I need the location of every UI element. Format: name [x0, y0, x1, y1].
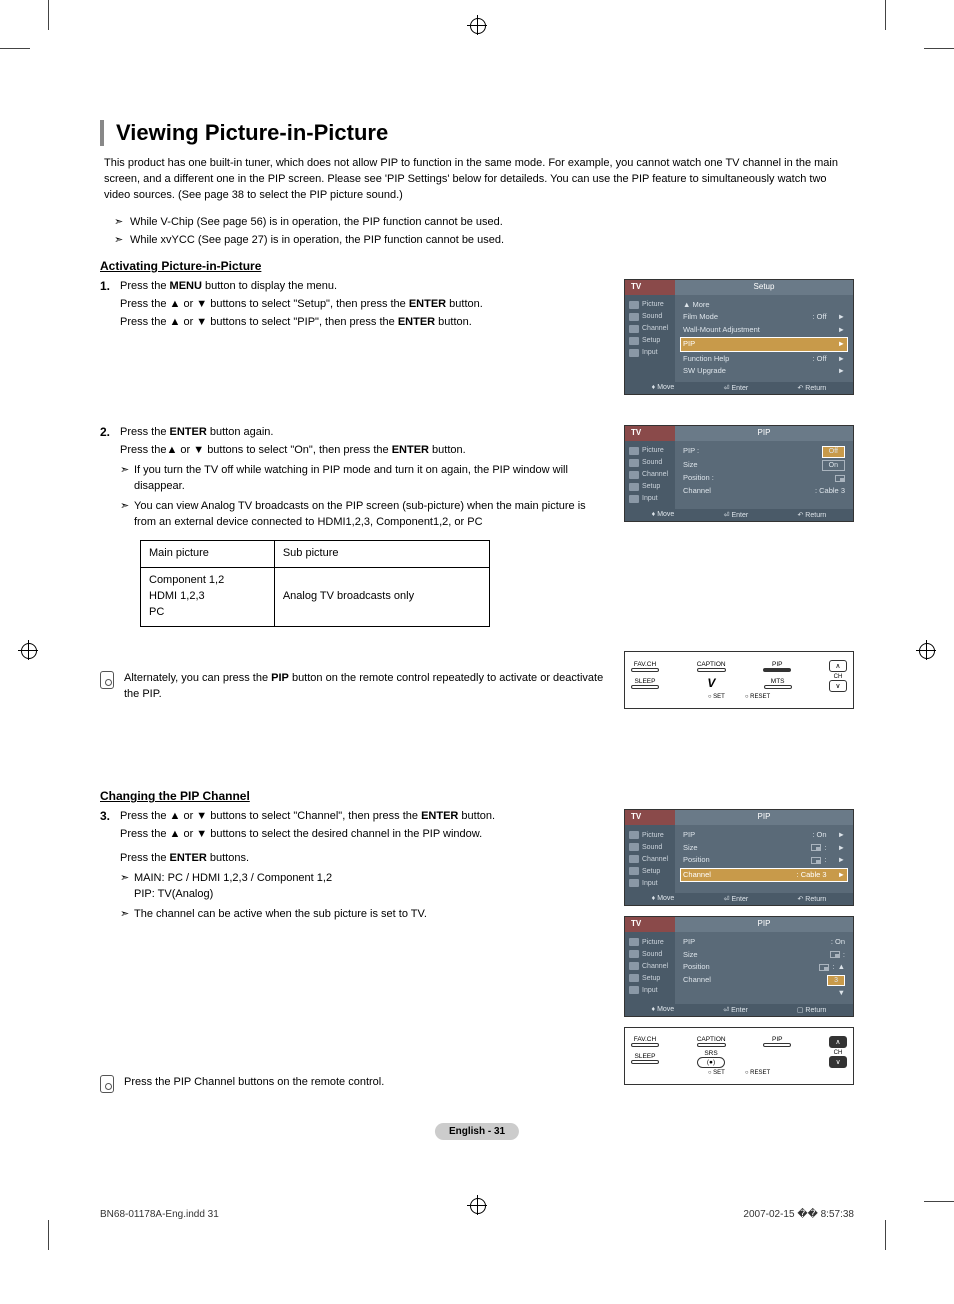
osd-main: ▲ MoreFilm Mode: Off►Wall-Mount Adjustme…: [675, 295, 853, 382]
step2-num: 2.: [100, 425, 120, 627]
picture-table: Main picture Sub picture Component 1,2 H…: [140, 540, 490, 627]
section-b-heading: Changing the PIP Channel: [100, 789, 854, 803]
doc-footer-right: 2007-02-15 �� 8:57:38: [743, 1209, 854, 1220]
alt-note-row-1: Alternately, you can press the PIP butto…: [100, 651, 854, 719]
osd-sidebar: Picture Sound Channel Setup Input: [625, 295, 675, 382]
osd-foot-move: ♦ Move: [652, 384, 675, 392]
ch-up-button: ∧: [829, 660, 847, 672]
step2-row: 2. Press the ENTER button again. Press t…: [100, 425, 854, 631]
step3-note2: The channel can be active when the sub p…: [120, 907, 604, 923]
osd-setup-panel: TV Setup Picture Sound Channel Setup Inp…: [624, 279, 854, 395]
section-a-heading: Activating Picture-in-Picture: [100, 259, 854, 273]
page-title: Viewing Picture-in-Picture: [100, 120, 854, 146]
remote-diagram-1: FAV.CH CAPTION PIP ∧ SLEEP: [624, 651, 854, 709]
step3-body: Press the ▲ or ▼ buttons to select "Chan…: [120, 809, 604, 923]
osd-tv-label: TV: [625, 280, 675, 295]
doc-footer-left: BN68-01178A-Eng.indd 31: [100, 1209, 219, 1220]
intro-text: This product has one built-in tuner, whi…: [100, 156, 854, 204]
step3-row: 3. Press the ▲ or ▼ buttons to select "C…: [100, 809, 854, 1095]
step2-body: Press the ENTER button again. Press the▲…: [120, 425, 604, 627]
step2-note2: You can view Analog TV broadcasts on the…: [120, 499, 604, 531]
step2-note1: If you turn the TV off while watching in…: [120, 463, 604, 495]
table-c2: Analog TV broadcasts only: [274, 568, 489, 627]
ch-up-button-hl: ∧: [829, 1036, 847, 1048]
remote-icon: [100, 1075, 114, 1093]
alt-note-text: Alternately, you can press the PIP butto…: [124, 671, 604, 702]
step1-row: 1. Press the MENU button to display the …: [100, 279, 854, 405]
step1-num: 1.: [100, 279, 120, 333]
osd-title: Setup: [675, 280, 853, 295]
step3-num: 3.: [100, 809, 120, 923]
alt-note-row-2: Press the PIP Channel buttons on the rem…: [100, 1055, 854, 1093]
global-note-2: While xvYCC (See page 27) is in operatio…: [100, 232, 854, 249]
osd-pip-panel-off: TV PIP Picture Sound Channel Setup Input…: [624, 425, 854, 522]
channel-icon: [629, 325, 639, 333]
remote-icon: [100, 671, 114, 689]
ch-down-button: ∨: [829, 680, 847, 692]
table-h1: Main picture: [141, 541, 275, 568]
global-note-1: While V-Chip (See page 56) is in operati…: [100, 214, 854, 231]
logo-icon: V: [696, 676, 726, 690]
page-body: Viewing Picture-in-Picture This product …: [0, 0, 954, 1250]
osd-foot-enter: ⏎ Enter: [724, 384, 749, 392]
alt-note-2-text: Press the PIP Channel buttons on the rem…: [124, 1075, 384, 1093]
sound-icon: [629, 313, 639, 321]
doc-footer: BN68-01178A-Eng.indd 31 2007-02-15 �� 8:…: [100, 1209, 854, 1220]
osd-foot-return: ↶ Return: [797, 384, 826, 392]
osd-pip-channel-adjust-panel: TV PIP Picture Sound Channel Setup Input…: [624, 916, 854, 1017]
picture-icon: [629, 301, 639, 309]
step3-note1: MAIN: PC / HDMI 1,2,3 / Component 1,2 PI…: [120, 871, 604, 903]
table-c1: Component 1,2 HDMI 1,2,3 PC: [141, 568, 275, 627]
input-icon: [629, 349, 639, 357]
table-h2: Sub picture: [274, 541, 489, 568]
page-number-pill: English - 31: [435, 1123, 519, 1140]
step1-body: Press the MENU button to display the men…: [120, 279, 604, 333]
osd-pip-channel-panel: TV PIP Picture Sound Channel Setup Input…: [624, 809, 854, 906]
setup-icon: [629, 337, 639, 345]
